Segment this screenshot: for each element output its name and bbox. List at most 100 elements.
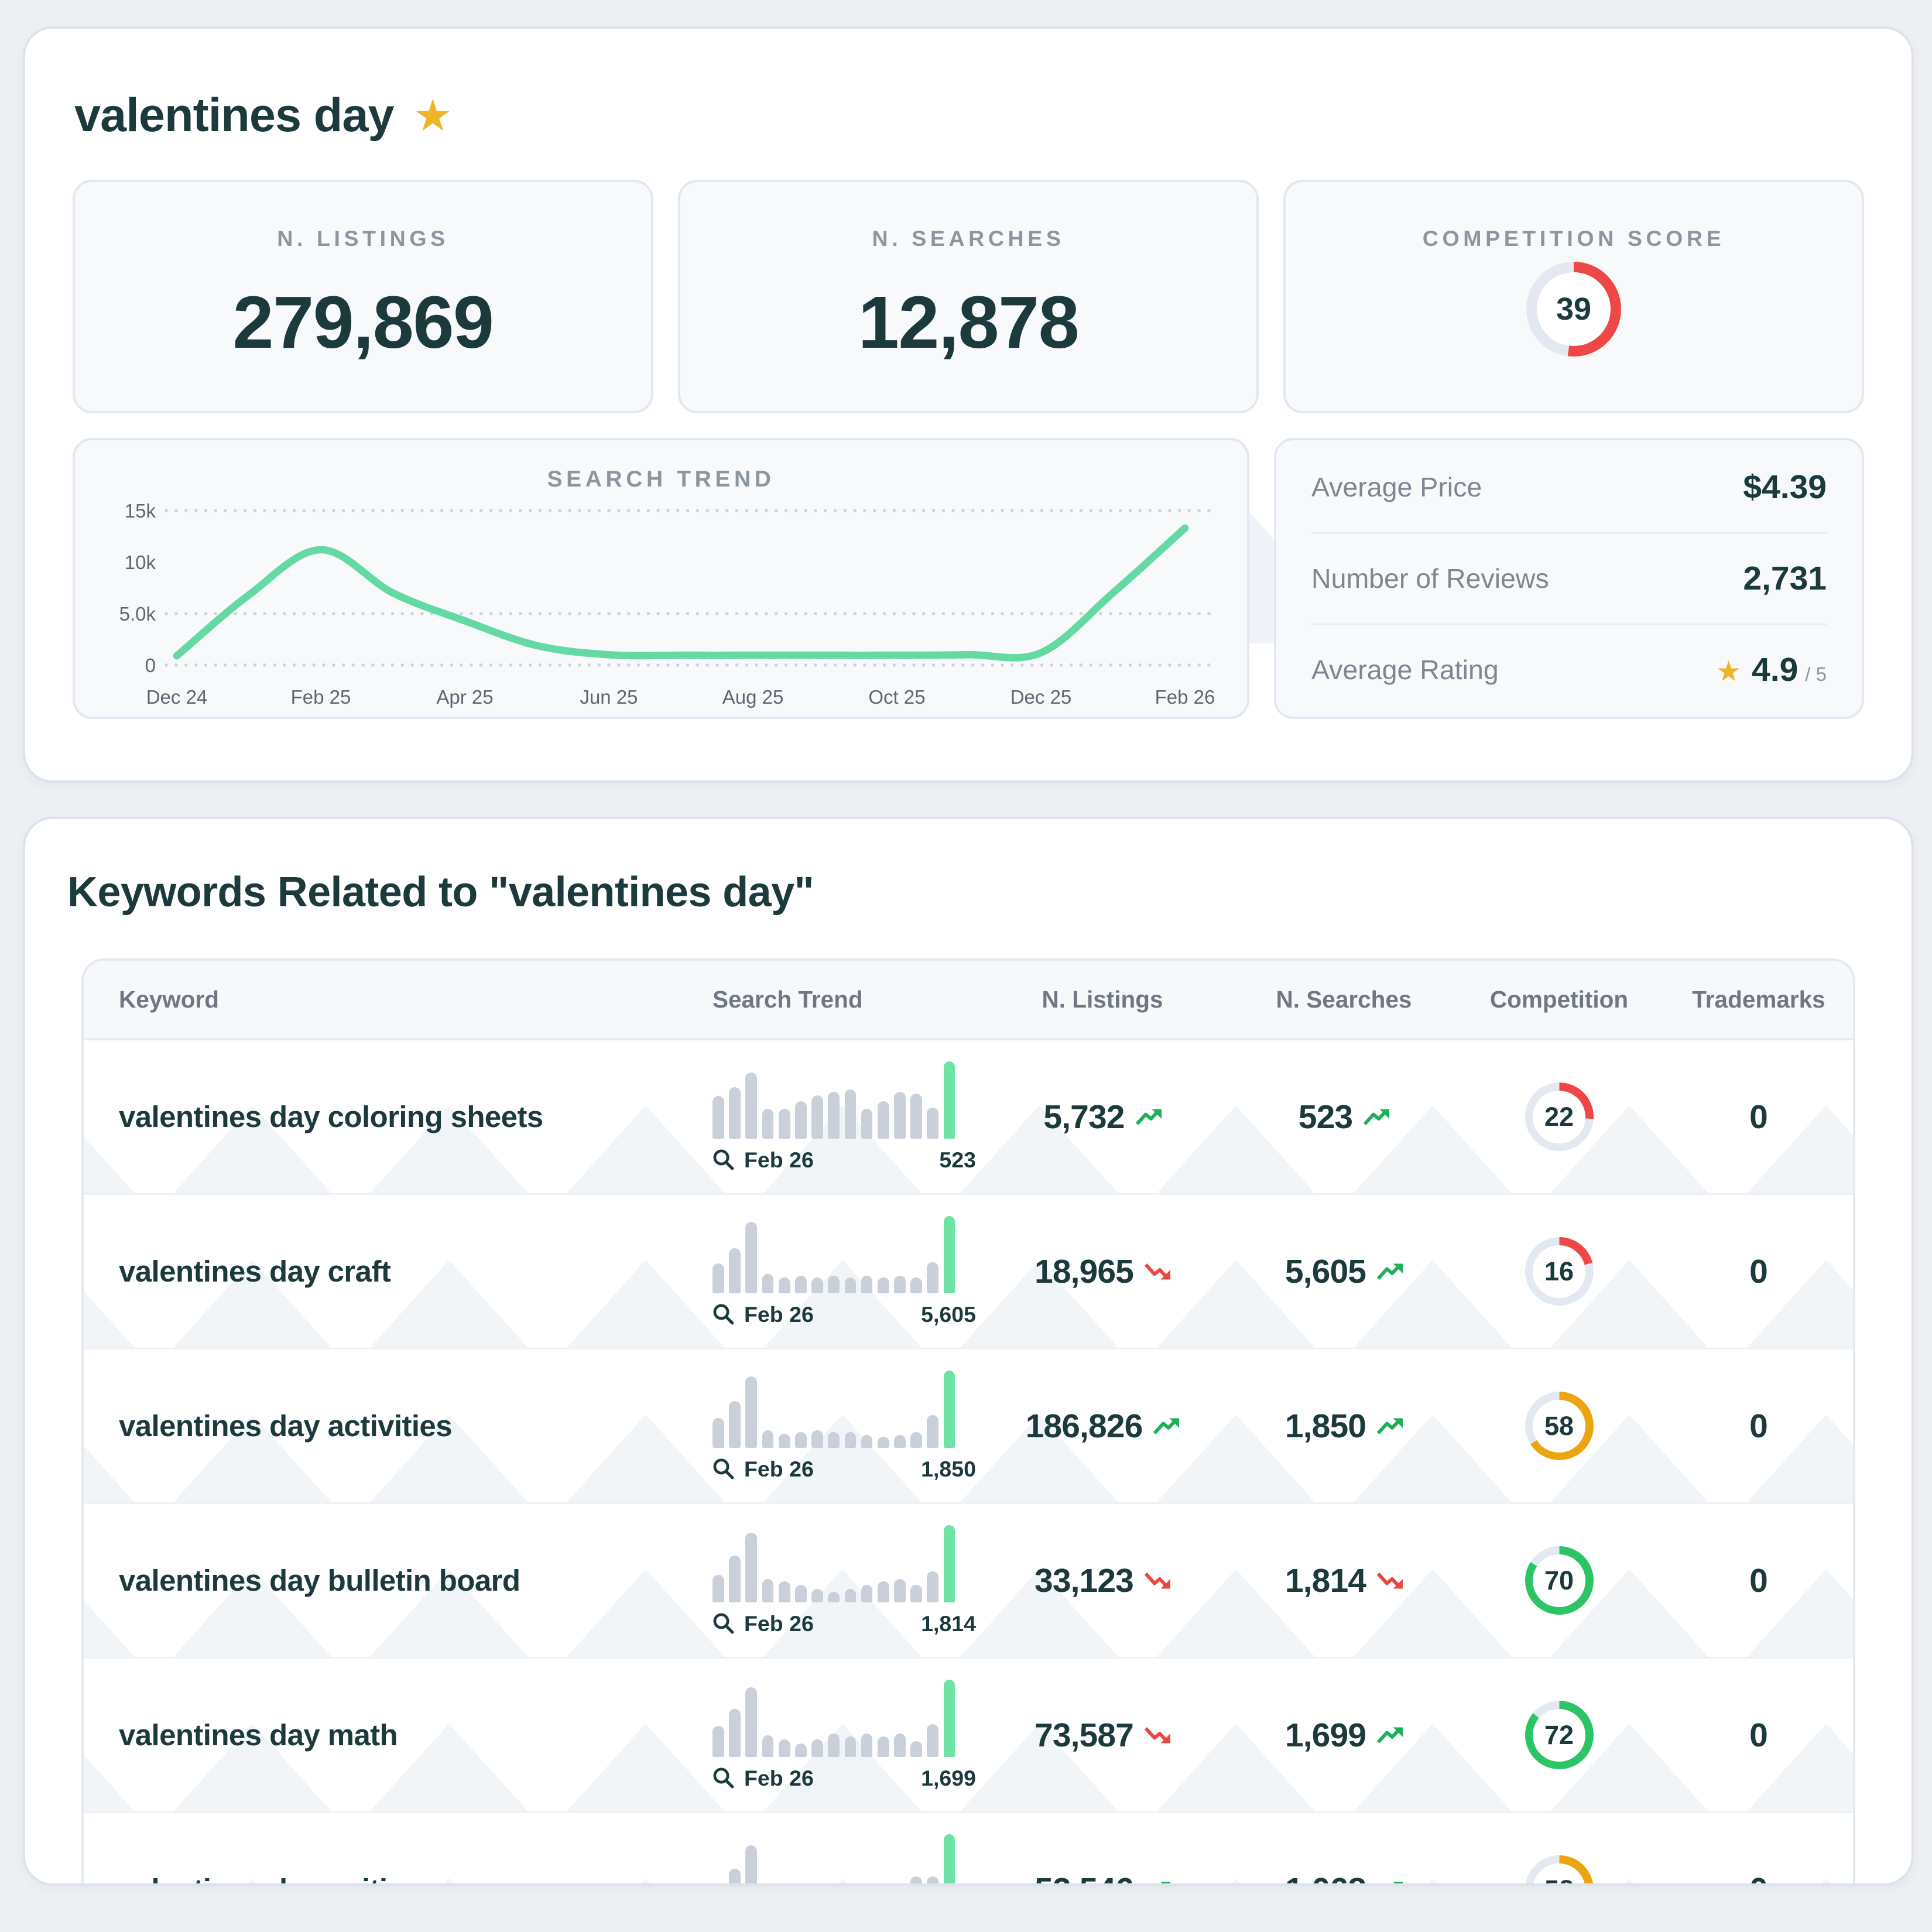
competition-cell: 58 xyxy=(1454,1392,1664,1460)
spark-bar xyxy=(745,1533,757,1602)
keyword-row[interactable]: valentines day craft Feb 26 5,605 xyxy=(84,1195,1853,1349)
competition-value: 70 xyxy=(1544,1566,1574,1596)
spark-bar xyxy=(795,1276,807,1293)
keyword-row[interactable]: valentines day math Feb 26 1,699 xyxy=(84,1659,1853,1813)
spark-bar xyxy=(878,1736,889,1756)
trend-up-icon xyxy=(1144,1879,1170,1886)
trademarks-value: 0 xyxy=(1664,1407,1853,1445)
search-trend-panel: SEARCH TREND 15k10k5.0k0Dec 24Feb 25Apr … xyxy=(73,438,1249,719)
search-icon xyxy=(712,1767,735,1790)
spark-date-wrap: Feb 26 xyxy=(712,1457,814,1482)
spark-bar xyxy=(712,1726,724,1757)
trend-up-icon xyxy=(1376,1261,1403,1282)
spark-bar xyxy=(894,1092,906,1138)
spark-bar xyxy=(828,1092,840,1138)
spark-bar xyxy=(828,1592,840,1602)
searches-cell: 1,814 xyxy=(1234,1561,1454,1600)
search-trend-title: SEARCH TREND xyxy=(75,467,1247,492)
spark-bar xyxy=(927,1876,938,1886)
listings-value: 5,732 xyxy=(1043,1098,1124,1136)
competition-cell: 72 xyxy=(1454,1701,1664,1769)
keyword-row[interactable]: valentines day activities Feb 26 1,850 xyxy=(84,1349,1853,1504)
trademarks-value: 0 xyxy=(1664,1561,1853,1600)
spark-bar xyxy=(878,1277,889,1293)
svg-text:Apr 25: Apr 25 xyxy=(436,686,493,708)
keyword-row[interactable]: valentines day writing Feb 26 1,068 xyxy=(84,1813,1853,1886)
spark-bar xyxy=(828,1734,840,1757)
listings-value: 33,123 xyxy=(1034,1561,1133,1600)
search-trend-cell: Feb 26 1,699 xyxy=(663,1680,971,1791)
trend-sparkline xyxy=(712,1834,976,1886)
spark-bar xyxy=(795,1883,807,1886)
svg-text:Aug 25: Aug 25 xyxy=(722,686,784,708)
trend-down-icon xyxy=(1144,1261,1170,1282)
spark-bar xyxy=(845,1432,857,1447)
spark-bar xyxy=(944,1216,955,1293)
table-body: valentines day coloring sheets Feb 26 52… xyxy=(84,1040,1853,1886)
average-rating-value: ★ 4.9 / 5 xyxy=(1716,650,1827,689)
favorite-star-icon[interactable]: ★ xyxy=(413,94,453,138)
spark-value: 523 xyxy=(939,1147,976,1173)
column-header-keyword: Keyword xyxy=(84,986,663,1013)
keyword-label: valentines day coloring sheets xyxy=(84,1099,663,1134)
spark-value: 1,814 xyxy=(921,1611,976,1636)
spark-bar xyxy=(878,1101,889,1138)
listings-value: 52,546 xyxy=(1034,1871,1133,1886)
stats-row: N. LISTINGS 279,869 N. SEARCHES 12,878 C… xyxy=(73,180,1864,413)
keyword-row[interactable]: valentines day bulletin board Feb 26 1,8… xyxy=(84,1504,1853,1659)
searches-cell: 523 xyxy=(1234,1098,1454,1136)
searches-cell: 1,699 xyxy=(1234,1716,1454,1755)
spark-bar xyxy=(894,1734,906,1757)
spark-bar xyxy=(712,1884,724,1886)
trend-sparkline xyxy=(712,1525,976,1602)
spark-bar xyxy=(779,1109,790,1138)
svg-text:15k: 15k xyxy=(125,500,156,522)
trademarks-value: 0 xyxy=(1664,1871,1853,1886)
competition-gauge: 58 xyxy=(1525,1392,1594,1460)
spark-bar xyxy=(910,1432,922,1447)
competition-gauge: 70 xyxy=(1525,1546,1594,1615)
search-trend-cell: Feb 26 1,850 xyxy=(663,1371,971,1482)
trend-down-icon xyxy=(1376,1570,1403,1591)
spark-bar xyxy=(762,1274,774,1293)
keyword-label: valentines day math xyxy=(84,1718,663,1752)
spark-bar xyxy=(910,1876,922,1886)
spark-value: 1,850 xyxy=(921,1457,976,1482)
spark-bar xyxy=(944,1371,955,1448)
spark-bar xyxy=(944,1680,955,1757)
spark-date: Feb 26 xyxy=(744,1457,814,1482)
search-trend-cell: Feb 26 1,068 xyxy=(663,1834,971,1886)
spark-date: Feb 26 xyxy=(744,1302,814,1327)
spark-bar xyxy=(762,1735,774,1757)
table-header: Keyword Search Trend N. Listings N. Sear… xyxy=(84,961,1853,1040)
spark-bar xyxy=(828,1883,840,1886)
search-icon xyxy=(712,1458,735,1481)
spark-bar xyxy=(779,1434,790,1448)
spark-date: Feb 26 xyxy=(744,1611,814,1636)
spark-bar xyxy=(845,1090,857,1138)
search-icon xyxy=(712,1303,735,1326)
stat-card-listings: N. LISTINGS 279,869 xyxy=(73,180,653,413)
svg-text:Jun 25: Jun 25 xyxy=(580,686,638,708)
spark-bar xyxy=(861,1435,873,1447)
spark-value: 1,699 xyxy=(921,1766,976,1791)
spark-bar xyxy=(745,1222,757,1293)
spark-bar xyxy=(811,1095,823,1139)
competition-gauge: 72 xyxy=(1525,1701,1594,1769)
spark-bar xyxy=(910,1094,922,1139)
title-row: valentines day ★ xyxy=(74,88,1912,143)
spark-bar xyxy=(795,1432,807,1447)
keyword-row[interactable]: valentines day coloring sheets Feb 26 52… xyxy=(84,1040,1853,1195)
section-title: Keywords Related to "valentines day" xyxy=(67,868,1912,916)
spark-bar xyxy=(927,1571,938,1602)
spark-bar xyxy=(729,1401,741,1447)
panels-row: SEARCH TREND 15k10k5.0k0Dec 24Feb 25Apr … xyxy=(73,438,1864,719)
keyword-label: valentines day activities xyxy=(84,1409,663,1443)
spark-bar xyxy=(762,1579,774,1602)
competition-gauge: 58 xyxy=(1525,1855,1594,1886)
spark-date: Feb 26 xyxy=(744,1766,814,1791)
spark-bar xyxy=(729,1248,741,1293)
trend-sparkline xyxy=(712,1216,976,1293)
svg-text:Dec 24: Dec 24 xyxy=(146,686,208,708)
competition-value: 16 xyxy=(1544,1256,1574,1287)
